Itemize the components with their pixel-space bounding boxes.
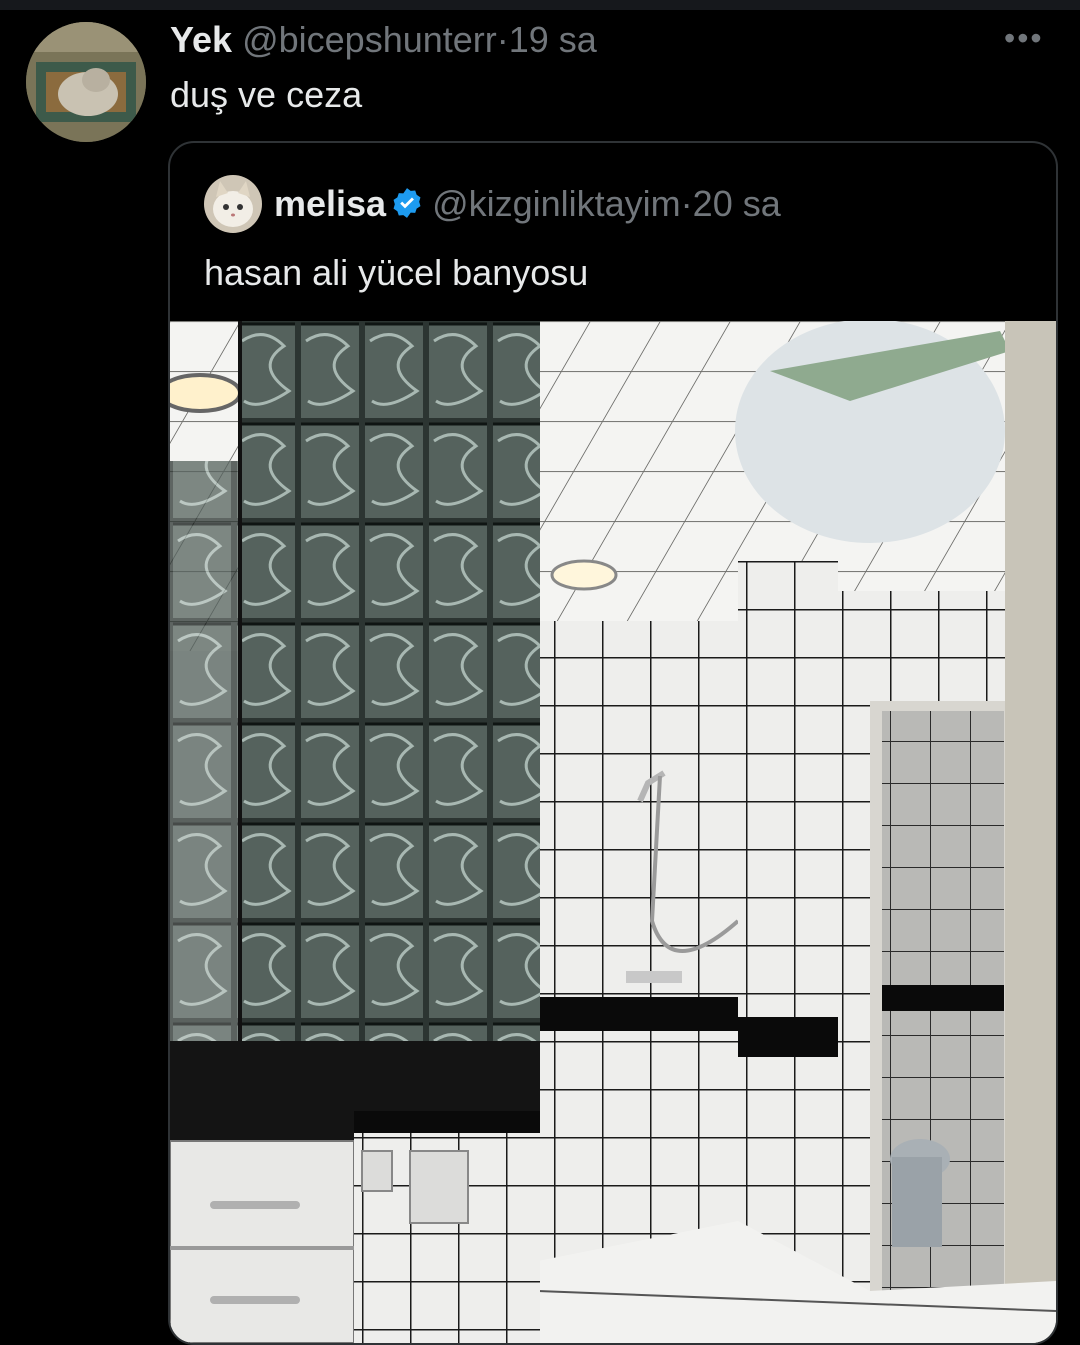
cat-avatar-image	[204, 175, 262, 233]
avatar-image	[26, 22, 146, 142]
top-bar	[0, 0, 1080, 10]
quoted-tweet[interactable]: melisa @kizginliktayim·20 sa hasan ali yü…	[168, 141, 1058, 1345]
quoted-author-name[interactable]: melisa	[274, 183, 386, 224]
author-name[interactable]: Yek	[170, 19, 232, 60]
quoted-tweet-header: melisa @kizginliktayim·20 sa	[274, 181, 781, 231]
bathroom-photo	[170, 321, 1056, 1343]
separator-dot: ·	[496, 19, 509, 60]
quoted-separator-dot: ·	[680, 183, 693, 224]
tweet-header: Yek @bicepshunterr·19 sa	[170, 18, 597, 62]
quoted-author-avatar[interactable]	[204, 175, 262, 233]
quoted-tweet-time[interactable]: 20 sa	[693, 183, 781, 224]
author-handle[interactable]: @bicepshunterr	[242, 19, 497, 60]
more-horizontal-icon[interactable]: •••	[1004, 20, 1044, 57]
author-avatar[interactable]	[26, 22, 146, 142]
verified-badge-icon	[390, 185, 424, 231]
quoted-tweet-text: hasan ali yücel banyosu	[204, 252, 589, 293]
tweet-time[interactable]: 19 sa	[509, 19, 597, 60]
tweet-text: duş ve ceza	[170, 74, 363, 115]
quoted-media-photo[interactable]	[170, 321, 1056, 1343]
quoted-author-handle[interactable]: @kizginliktayim	[432, 183, 681, 224]
